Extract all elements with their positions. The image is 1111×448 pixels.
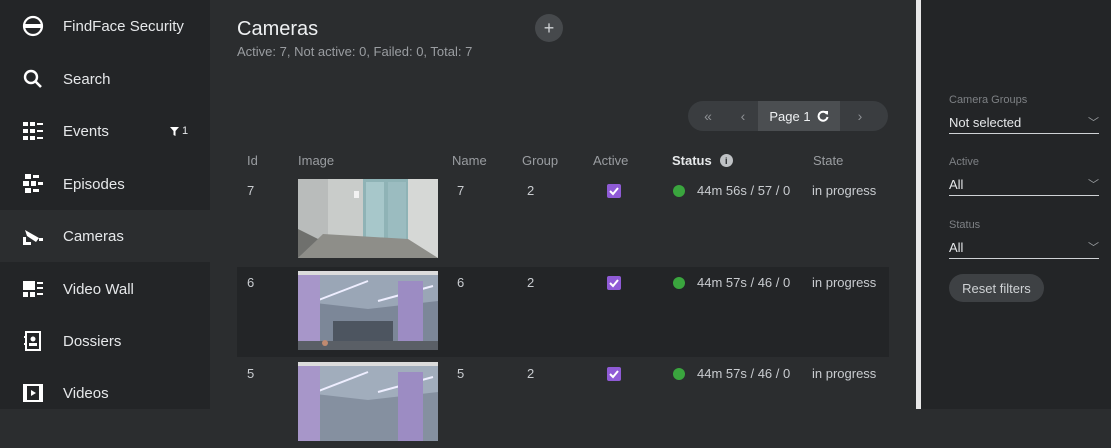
cell-group: 2 [527, 366, 535, 381]
pagination: « ‹ Page 1 › [688, 101, 888, 131]
chevron-down-icon: ﹀ [1088, 117, 1099, 129]
sidebar-item-videos[interactable]: Videos [0, 367, 210, 419]
dossier-icon [22, 330, 44, 352]
camera-summary: Active: 7, Not active: 0, Failed: 0, Tot… [237, 44, 473, 59]
active-filter-value: All [949, 176, 964, 192]
page-title: Cameras [237, 18, 319, 40]
status-filter-value: All [949, 239, 964, 255]
col-header-image: Image [298, 153, 335, 168]
camera-thumbnail[interactable] [298, 362, 438, 441]
cell-status: 44m 57s / 46 / 0 [697, 366, 791, 381]
active-filter-label: Active [949, 156, 979, 168]
active-checkbox[interactable] [607, 184, 621, 198]
cell-id: 7 [247, 183, 255, 198]
sidebar-item-label: Videos [63, 384, 109, 402]
cell-name: 7 [457, 183, 465, 198]
sidebar-item-label: Cameras [63, 227, 124, 245]
events-grid-icon [22, 120, 44, 142]
sidebar-item-cameras[interactable]: Cameras [0, 210, 210, 262]
camera-groups-select[interactable]: Not selected ﹀ [949, 111, 1099, 134]
active-filter-select[interactable]: All ﹀ [949, 173, 1099, 196]
chevron-down-icon: ﹀ [1088, 242, 1099, 254]
cell-state: in progress [812, 366, 877, 381]
sidebar-item-video-wall[interactable]: Video Wall [0, 263, 210, 315]
main-content: Cameras Active: 7, Not active: 0, Failed… [210, 0, 916, 441]
cell-id: 6 [247, 275, 255, 290]
active-checkbox[interactable] [607, 367, 621, 381]
reset-filters-button[interactable]: Reset filters [949, 274, 1044, 302]
col-header-status[interactable]: Status i [672, 153, 733, 168]
camera-thumbnail[interactable] [298, 179, 438, 258]
status-indicator [673, 185, 685, 197]
sidebar-item-search[interactable]: Search [0, 53, 210, 105]
episodes-icon [22, 173, 44, 195]
sidebar-item-label: Dossiers [63, 332, 122, 350]
events-filter-badge: 1 [170, 125, 188, 137]
filter-panel: Camera Groups Not selected ﹀ Active All … [921, 0, 1111, 409]
sidebar-item-label: Search [63, 70, 111, 88]
cell-group: 2 [527, 275, 535, 290]
col-header-name[interactable]: Name [452, 153, 487, 168]
sidebar-item-dossiers[interactable]: Dossiers [0, 315, 210, 367]
col-header-group[interactable]: Group [522, 153, 558, 168]
cell-name: 6 [457, 275, 465, 290]
camera-icon [22, 225, 44, 247]
sidebar-item-episodes[interactable]: Episodes [0, 158, 210, 210]
status-indicator [673, 277, 685, 289]
cell-status: 44m 56s / 57 / 0 [697, 183, 791, 198]
status-indicator [673, 368, 685, 380]
filter-count: 1 [182, 125, 189, 137]
table-row[interactable]: 5 5 2 44m 57s / 46 / 0 in progress [237, 358, 889, 448]
camera-thumbnail[interactable] [298, 271, 438, 350]
status-filter-label: Status [949, 219, 981, 231]
col-header-active[interactable]: Active [593, 153, 628, 168]
cell-group: 2 [527, 183, 535, 198]
add-camera-button[interactable]: + [535, 14, 563, 42]
search-icon [22, 68, 44, 90]
status-header-label: Status [672, 153, 712, 168]
cell-id: 5 [247, 366, 255, 381]
video-wall-icon [22, 278, 44, 300]
col-header-id[interactable]: Id [247, 153, 258, 168]
active-checkbox[interactable] [607, 276, 621, 290]
next-page-button[interactable]: › [840, 101, 880, 131]
sidebar-item-label: Video Wall [63, 280, 134, 298]
info-icon[interactable]: i [719, 154, 733, 167]
filter-icon [170, 126, 179, 136]
app-logo-link[interactable]: FindFace Security [0, 0, 210, 52]
sidebar: FindFace Security Search Events 1 Episod… [0, 0, 210, 409]
table-row[interactable]: 6 6 2 44m 57s / 46 / 0 in progress [237, 267, 889, 357]
cell-name: 5 [457, 366, 465, 381]
chevron-down-icon: ﹀ [1088, 179, 1099, 191]
first-page-button[interactable]: « [688, 101, 728, 131]
page-label: Page 1 [769, 108, 811, 124]
film-icon [22, 382, 44, 404]
status-filter-select[interactable]: All ﹀ [949, 236, 1099, 259]
cell-state: in progress [812, 183, 877, 198]
sidebar-item-label: Episodes [63, 175, 125, 193]
sidebar-item-label: Events [63, 122, 109, 140]
cell-state: in progress [812, 275, 877, 290]
col-header-state[interactable]: State [813, 153, 843, 168]
camera-groups-value: Not selected [949, 114, 1022, 130]
current-page[interactable]: Page 1 [758, 101, 840, 131]
sidebar-item-events[interactable]: Events 1 [0, 105, 210, 157]
refresh-icon[interactable] [817, 110, 829, 122]
cell-status: 44m 57s / 46 / 0 [697, 275, 791, 290]
camera-groups-label: Camera Groups [949, 94, 1028, 106]
prev-page-button[interactable]: ‹ [728, 101, 758, 131]
logo-icon [22, 15, 44, 37]
app-name: FindFace Security [63, 17, 184, 35]
table-row[interactable]: 7 7 2 44m 56s / 57 / 0 in progress [237, 175, 889, 265]
